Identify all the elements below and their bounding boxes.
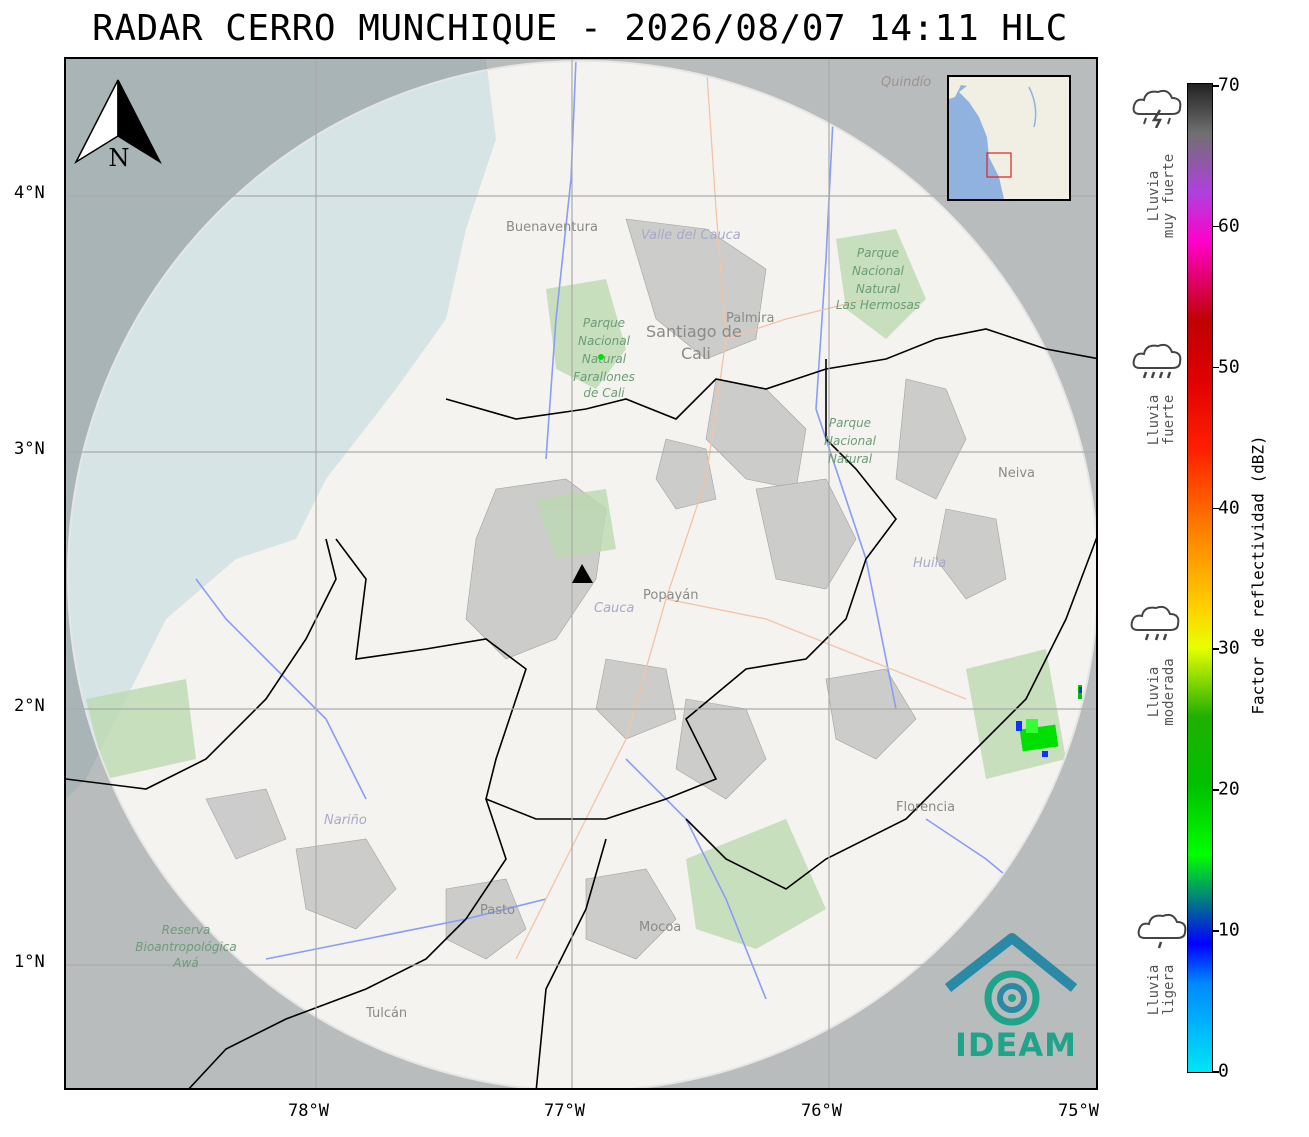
north-arrow-icon: N [74, 79, 162, 172]
label-reserva-3: Awá [172, 956, 198, 970]
lon-tick-78w: 78°W [288, 1101, 329, 1121]
label-hermosas-3: Natural [856, 282, 901, 296]
lat-tick-4n: 4°N [14, 183, 45, 203]
label-farallones-1: Parque [583, 316, 625, 330]
label-cali-1: Santiago de [646, 322, 742, 341]
colorbar-tick-label: 50 [1218, 356, 1240, 378]
label-nevado-1: Parque [829, 416, 871, 430]
lat-tick-3n: 3°N [14, 439, 45, 459]
label-reserva-1: Reserva [162, 923, 211, 937]
label-farallones-5: de Cali [583, 386, 625, 400]
label-nevado-3: Natural [828, 452, 873, 466]
colorbar-tick-label: 40 [1218, 497, 1240, 519]
label-pasto: Pasto [480, 903, 515, 918]
moderate-rain-icon [1130, 605, 1180, 641]
inset-locator-map [947, 75, 1071, 201]
north-label: N [109, 144, 130, 172]
colorbar-tick-label: 0 [1218, 1060, 1229, 1082]
map-title: RADAR CERRO MUNCHIQUE - 2026/08/07 14:11… [92, 8, 1068, 49]
label-huila: Huila [913, 556, 946, 571]
label-hermosas-4: Las Hermosas [836, 298, 920, 312]
label-tulcan: Tulcán [365, 1006, 407, 1021]
label-quindio: Quindío [881, 75, 931, 90]
lat-tick-2n: 2°N [14, 696, 45, 716]
thunderstorm-icon [1132, 89, 1182, 128]
ideam-logo-text: IDEAM [955, 1026, 1077, 1064]
label-hermosas-1: Parque [857, 246, 899, 260]
rain-category-very-heavy: Lluvia muy fuerte [1146, 153, 1177, 239]
rain-category-moderate: Lluvia moderada [1146, 658, 1177, 726]
light-rain-icon [1137, 913, 1187, 949]
label-farallones-4: Farallones [573, 370, 635, 384]
lat-tick-1n: 1°N [14, 952, 45, 972]
label-farallones-3: Natural [582, 352, 627, 366]
label-neiva: Neiva [998, 466, 1035, 481]
colorbar-title: Factor de reflectividad (dBZ) [1248, 435, 1268, 715]
lon-tick-76w: 76°W [801, 1101, 842, 1121]
rain-category-heavy: Lluvia fuerte [1146, 394, 1177, 446]
label-buenaventura: Buenaventura [506, 220, 598, 235]
colorbar-tick-label: 70 [1218, 74, 1240, 96]
label-narino: Nariño [324, 813, 367, 828]
colorbar-tick-label: 20 [1218, 778, 1240, 800]
label-farallones-2: Nacional [578, 334, 631, 348]
label-popayan: Popayán [643, 588, 698, 603]
colorbar-tick-label: 10 [1218, 919, 1240, 941]
lon-tick-75w: 75°W [1058, 1101, 1099, 1121]
label-reserva-2: Bioantropológica [135, 940, 236, 954]
colorbar-tick-label: 30 [1218, 637, 1240, 659]
rain-category-light: Lluvia ligera [1146, 964, 1177, 1016]
lon-tick-77w: 77°W [544, 1101, 585, 1121]
label-nevado-2: Nacional [824, 434, 877, 448]
label-hermosas-2: Nacional [852, 264, 905, 278]
label-cali-2: Cali [681, 344, 711, 363]
label-valle: Valle del Cauca [641, 228, 741, 243]
label-cauca: Cauca [594, 601, 634, 616]
label-florencia: Florencia [896, 800, 955, 815]
heavy-rain-icon [1132, 343, 1182, 379]
label-mocoa: Mocoa [639, 920, 681, 935]
colorbar-tick-label: 60 [1218, 215, 1240, 237]
